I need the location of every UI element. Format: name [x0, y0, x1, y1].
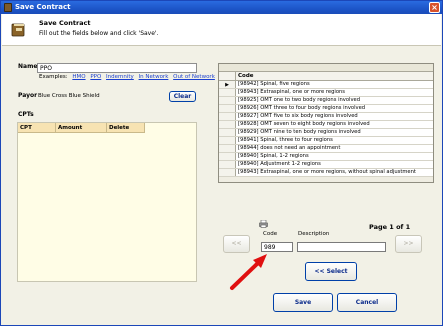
app-book-icon	[4, 3, 12, 12]
code-row[interactable]: [98927] OMT five to six body regions inv…	[219, 113, 433, 121]
code-row[interactable]: [98925] OMT one to two body regions invo…	[219, 97, 433, 105]
window-title: Save Contract	[15, 3, 71, 11]
name-label: Name	[18, 63, 38, 70]
code-cell: [98928] OMT seven to eight body regions …	[238, 121, 370, 127]
examples-label: Examples:	[39, 74, 68, 80]
example-link-indemnity[interactable]: Indemnity	[106, 74, 134, 80]
page-indicator: Page 1 of 1	[369, 223, 411, 231]
code-field-label: Code	[263, 231, 278, 237]
code-row[interactable]: [98943] Extraspinal, one or more regions	[219, 89, 433, 97]
book-icon	[11, 23, 25, 37]
select-button[interactable]: << Select	[305, 262, 357, 281]
row-selector[interactable]	[219, 169, 236, 176]
print-icon[interactable]	[259, 220, 268, 228]
row-selector[interactable]	[219, 105, 236, 112]
code-cell: [98940] Spinal, 1-2 regions	[238, 153, 309, 159]
title-bar[interactable]: Save Contract ×	[1, 1, 442, 14]
code-row[interactable]: [98943] Extraspinal, one or more regions…	[219, 169, 433, 177]
row-selector[interactable]	[219, 89, 236, 96]
code-row[interactable]: [98929] OMT nine to ten body regions inv…	[219, 129, 433, 137]
grid-column-header: Code	[219, 72, 433, 81]
code-cell: [98925] OMT one to two body regions invo…	[238, 97, 361, 103]
next-page-button[interactable]: >>	[395, 235, 422, 253]
grid-group-bar	[219, 64, 433, 72]
close-button[interactable]: ×	[429, 2, 440, 13]
code-cell: [98929] OMT nine to ten body regions inv…	[238, 129, 361, 135]
row-selector[interactable]	[219, 153, 236, 160]
row-selector[interactable]	[219, 97, 236, 104]
header-title: Save Contract	[39, 19, 91, 27]
code-column-header: Code	[238, 73, 254, 79]
delete-column-header: Delete	[107, 123, 145, 132]
payor-value: Blue Cross Blue Shield	[38, 93, 100, 99]
code-row[interactable]: [98944] does not need an appointment	[219, 145, 433, 153]
code-row[interactable]: [98940] Spinal, 1-2 regions	[219, 153, 433, 161]
example-link-ppo[interactable]: PPO	[90, 74, 101, 80]
clear-button[interactable]: Clear	[169, 91, 196, 102]
cpts-label: CPTs	[18, 111, 34, 118]
code-cell: [98926] OMT three to four body regions i…	[238, 105, 366, 111]
row-selector[interactable]	[219, 161, 236, 168]
row-selector[interactable]: ▶	[219, 81, 236, 88]
payor-label: Payor	[18, 92, 38, 99]
examples-line: Examples: HMO PPO Indemnity In Network O…	[39, 74, 215, 80]
code-cell: [98927] OMT five to six body regions inv…	[238, 113, 358, 119]
cpt-grid-header: CPT Amount Delete	[18, 123, 145, 133]
dialog-header: Save Contract Fill out the fields below …	[2, 14, 441, 46]
description-search-input[interactable]	[297, 242, 386, 252]
red-arrow-icon	[230, 254, 267, 290]
cancel-button[interactable]: Cancel	[337, 293, 397, 312]
row-selector[interactable]	[219, 121, 236, 128]
amount-column-header: Amount	[56, 123, 107, 132]
description-field-label: Description	[298, 231, 330, 237]
name-input[interactable]: PPO	[37, 63, 197, 73]
header-subtitle: Fill out the fields below and click 'Sav…	[39, 30, 159, 37]
code-cell: [98940] Adjustment 1-2 regions	[238, 161, 321, 167]
code-cell: [98944] does not need an appointment	[238, 145, 341, 151]
code-row[interactable]: [98941] Spinal, three to four regions	[219, 137, 433, 145]
row-selector[interactable]	[219, 145, 236, 152]
row-selector[interactable]	[219, 129, 236, 136]
example-link-hmo[interactable]: HMO	[72, 74, 85, 80]
cpt-grid[interactable]: CPT Amount Delete	[17, 122, 197, 282]
code-row[interactable]: [98928] OMT seven to eight body regions …	[219, 121, 433, 129]
code-cell: [98942] Spinal, five regions	[238, 81, 310, 87]
grid-rows: ▶ [98942] Spinal, five regions [98943] Ext…	[219, 81, 433, 177]
code-cell: [98943] Extraspinal, one or more regions…	[238, 169, 416, 175]
row-selector[interactable]	[219, 113, 236, 120]
example-link-in-network[interactable]: In Network	[139, 74, 169, 80]
save-contract-window: Save Contract × Save Contract Fill out t…	[0, 0, 443, 326]
code-row[interactable]: [98940] Adjustment 1-2 regions	[219, 161, 433, 169]
code-row[interactable]: ▶ [98942] Spinal, five regions	[219, 81, 433, 89]
code-row[interactable]: [98926] OMT three to four body regions i…	[219, 105, 433, 113]
cpt-column-header: CPT	[18, 123, 56, 132]
row-selector[interactable]	[219, 137, 236, 144]
save-button[interactable]: Save	[273, 293, 333, 312]
code-cell: [98941] Spinal, three to four regions	[238, 137, 333, 143]
code-cell: [98943] Extraspinal, one or more regions	[238, 89, 345, 95]
example-link-out-of-network[interactable]: Out of Network	[173, 74, 215, 80]
code-grid[interactable]: Code ▶ [98942] Spinal, five regions [98943…	[218, 63, 434, 183]
